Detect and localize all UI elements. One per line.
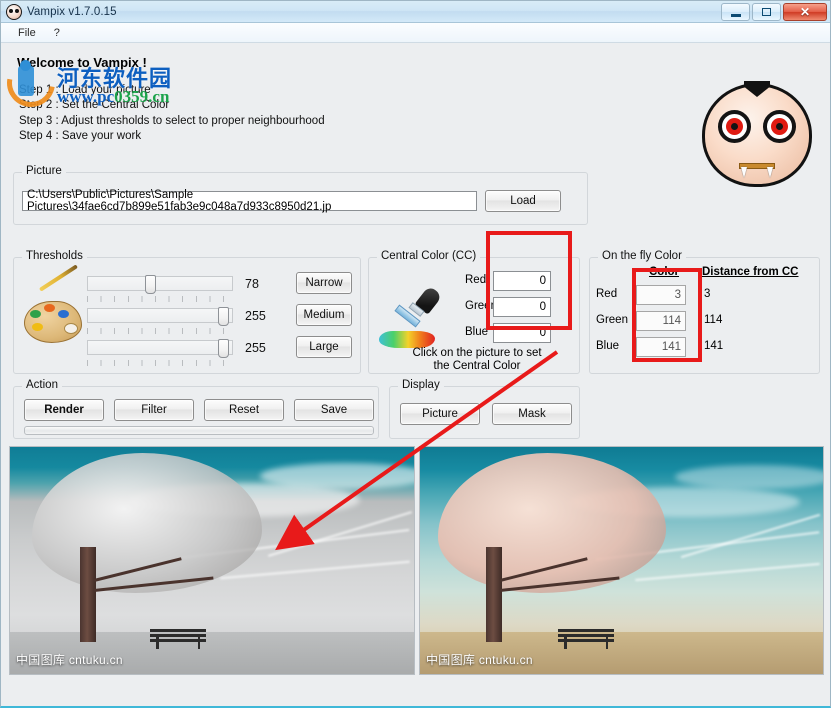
display-group-legend: Display	[398, 379, 444, 391]
on-the-fly-color-group-legend: On the fly Color	[598, 250, 686, 262]
display-mask-button[interactable]: Mask	[492, 403, 572, 425]
image-watermark-left: 中国图库 cntuku.cn	[16, 653, 123, 667]
slider-ticks-2	[87, 328, 233, 334]
window-controls: ✕	[721, 3, 827, 21]
menu-bar: File ?	[1, 23, 830, 43]
save-button[interactable]: Save	[294, 399, 374, 421]
vampire-mascot-icon	[702, 81, 812, 187]
close-icon: ✕	[799, 5, 811, 19]
slider-track-2[interactable]	[87, 308, 233, 323]
minimize-button[interactable]	[721, 3, 750, 21]
vampire-face-icon	[6, 3, 22, 20]
otf-color-blue: 141	[636, 337, 686, 357]
action-group: Action Render Filter Reset Save	[13, 379, 379, 439]
page-title: Welcome to Vampix !	[17, 55, 147, 70]
threshold-slider-1[interactable]	[87, 275, 233, 302]
thresholds-group-legend: Thresholds	[22, 250, 87, 262]
picture-path-input[interactable]: C:\Users\Public\Pictures\Sample Pictures…	[22, 189, 477, 213]
load-button[interactable]: Load	[485, 190, 561, 212]
bench-shape	[558, 629, 614, 649]
step-3: Step 3 : Adjust thresholds to select to …	[19, 114, 325, 127]
thresholds-group: Thresholds 78 Narrow 255 Medium 255 Larg…	[13, 250, 361, 374]
central-color-group-legend: Central Color (CC)	[377, 250, 481, 262]
threshold-slider-2[interactable]	[87, 307, 233, 334]
central-color-green-input[interactable]: 0	[493, 297, 551, 317]
central-color-hint-line1: Click on the picture to set	[412, 347, 542, 359]
central-color-hint-line2: the Central Color	[433, 360, 521, 372]
step-4: Step 4 : Save your work	[19, 130, 142, 143]
image-watermark-right: 中国图库 cntuku.cn	[426, 653, 533, 667]
otf-label-blue: Blue	[596, 340, 620, 352]
step-1: Step 1 : Load your picture	[19, 84, 151, 96]
column-header-distance: Distance from CC	[702, 266, 799, 278]
otf-color-red: 3	[636, 285, 686, 305]
filter-button[interactable]: Filter	[114, 399, 194, 421]
central-color-label-blue: Blue	[465, 326, 489, 338]
rendered-picture-preview[interactable]: 中国图库 cntuku.cn	[9, 446, 415, 675]
title-bar: Vampix v1.7.0.15 ✕	[1, 1, 830, 23]
bench-shape	[150, 629, 206, 649]
otf-distance-red: 3	[704, 288, 711, 300]
central-color-red-input[interactable]: 0	[493, 271, 551, 291]
threshold-preset-large[interactable]: Large	[296, 336, 352, 358]
central-color-blue-input[interactable]: 0	[493, 323, 551, 343]
slider-track-1[interactable]	[87, 276, 233, 291]
slider-ticks-1	[87, 296, 233, 302]
threshold-value-3: 255	[245, 341, 266, 355]
slider-thumb-1[interactable]	[145, 275, 157, 294]
display-group: Display Picture Mask	[389, 379, 580, 439]
palette-icon	[24, 264, 86, 345]
threshold-value-1: 78	[245, 277, 259, 291]
slider-track-3[interactable]	[87, 340, 233, 355]
central-color-label-red: Red	[465, 274, 487, 286]
central-color-group: Central Color (CC) Red 0 Green 0 Blue 0 …	[368, 250, 580, 374]
threshold-value-2: 255	[245, 309, 266, 323]
reset-button[interactable]: Reset	[204, 399, 284, 421]
original-picture-preview[interactable]: 中国图库 cntuku.cn	[419, 446, 824, 675]
threshold-slider-3[interactable]	[87, 339, 233, 366]
maximize-button[interactable]	[752, 3, 781, 21]
slider-ticks-3	[87, 360, 233, 366]
otf-color-green: 114	[636, 311, 686, 331]
otf-distance-blue: 141	[704, 340, 724, 352]
step-2: Step 2 : Set the Central Color	[19, 99, 170, 112]
slider-thumb-3[interactable]	[218, 339, 229, 358]
slider-thumb-2[interactable]	[218, 307, 229, 326]
vampix-window: Vampix v1.7.0.15 ✕ File ? Welcome to Vam…	[0, 0, 831, 708]
action-group-legend: Action	[22, 379, 62, 391]
eyedropper-icon	[377, 285, 443, 352]
minimize-icon	[730, 13, 741, 17]
otf-distance-green: 114	[704, 314, 723, 326]
otf-label-red: Red	[596, 288, 618, 300]
menu-item-file[interactable]: File	[9, 25, 45, 41]
central-color-hint: Click on the picture to set the Central …	[379, 347, 575, 373]
picture-group-legend: Picture	[22, 165, 66, 177]
render-progress-bar	[24, 426, 374, 435]
display-picture-button[interactable]: Picture	[400, 403, 480, 425]
on-the-fly-color-group: On the fly Color Color Distance from CC …	[589, 250, 820, 374]
maximize-icon	[762, 8, 771, 16]
column-header-color: Color	[648, 266, 680, 278]
render-button[interactable]: Render	[24, 399, 104, 421]
close-button[interactable]: ✕	[783, 3, 827, 21]
threshold-preset-narrow[interactable]: Narrow	[296, 272, 352, 294]
menu-item-help[interactable]: ?	[45, 25, 69, 41]
picture-group: Picture C:\Users\Public\Pictures\Sample …	[13, 165, 588, 225]
window-title: Vampix v1.7.0.15	[27, 5, 117, 18]
threshold-preset-medium[interactable]: Medium	[296, 304, 352, 326]
otf-label-green: Green	[596, 314, 628, 326]
steps-list: Step 1 : Load your picture Step 2 : Set …	[19, 83, 325, 145]
